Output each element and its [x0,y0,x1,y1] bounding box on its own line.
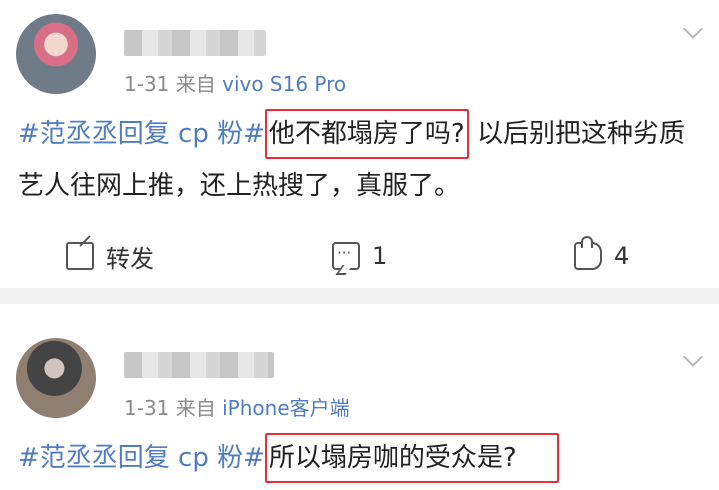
weibo-post: 1-31 来自 vivo S16 Pro #范丞丞回复 cp 粉# 他不都塌房了吗… [0,0,719,288]
post-meta: 1-31 来自 vivo S16 Pro [124,68,346,97]
blurred-username[interactable] [124,30,266,56]
like-count: 4 [614,242,630,270]
post-source[interactable]: vivo S16 Pro [222,72,346,96]
blurred-username[interactable] [124,352,274,378]
avatar[interactable] [16,14,96,94]
post-separator [0,288,719,304]
avatar[interactable] [16,338,96,418]
like-icon [574,236,602,270]
highlighted-text: 所以塌房咖的受众是? [264,433,559,483]
weibo-post: 1-31 来自 iPhone客户端 #范丞丞回复 cp 粉# 所以塌房咖的受众是? [0,304,719,490]
action-bar: 转发 1 4 [0,236,719,276]
comment-count: 1 [372,242,388,270]
comment-icon [332,242,360,270]
post-content: #范丞丞回复 cp 粉# 所以塌房咖的受众是? [18,432,708,484]
hashtag-link[interactable]: #范丞丞回复 cp 粉# [18,119,265,149]
post-content: #范丞丞回复 cp 粉# 他不都塌房了吗? 以后别把这种劣质艺人往网上推，还上热搜… [18,108,708,212]
forward-icon [66,242,94,270]
chevron-down-icon[interactable] [683,20,703,40]
like-button[interactable]: 4 [574,236,629,276]
source-prefix: 来自 [175,72,216,96]
highlighted-text: 他不都塌房了吗? [264,109,469,159]
hashtag-link[interactable]: #范丞丞回复 cp 粉# [18,443,265,473]
post-time: 1-31 [124,396,170,420]
post-meta: 1-31 来自 iPhone客户端 [124,392,350,421]
source-prefix: 来自 [175,396,216,420]
forward-label: 转发 [106,244,154,273]
comment-button[interactable]: 1 [332,236,387,276]
chevron-down-icon[interactable] [683,348,703,368]
forward-button[interactable]: 转发 [66,236,154,276]
post-time: 1-31 [124,72,170,96]
post-source[interactable]: iPhone客户端 [222,396,350,420]
